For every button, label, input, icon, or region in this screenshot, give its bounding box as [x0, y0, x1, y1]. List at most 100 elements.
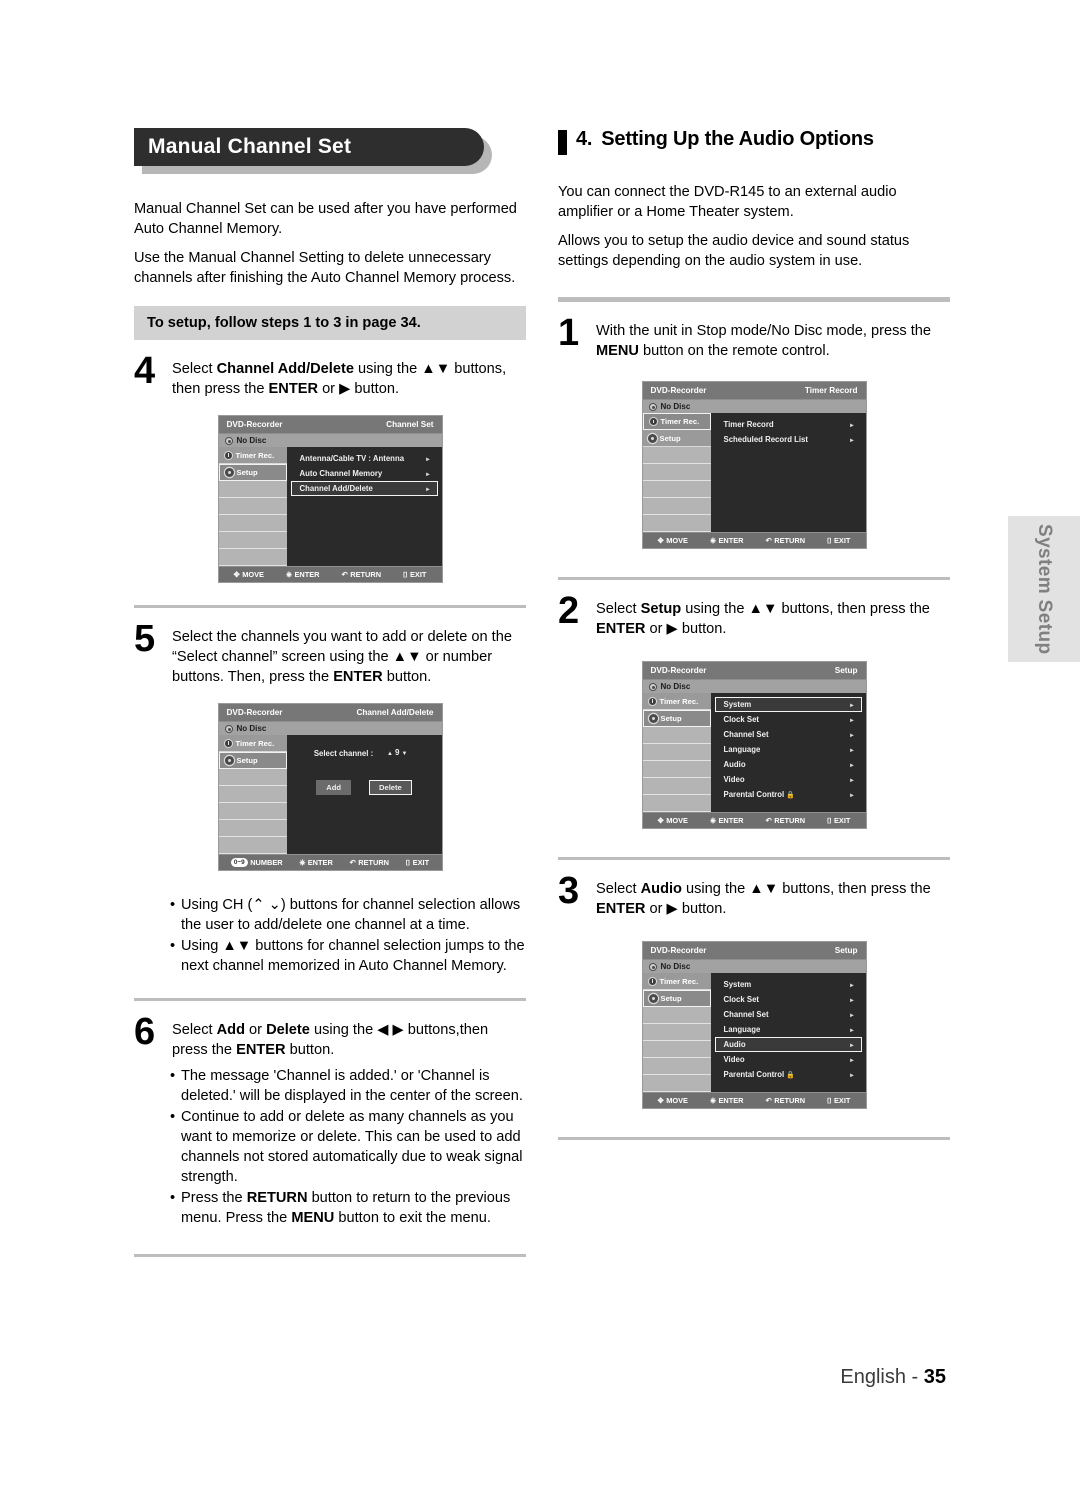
osd-titlebar: DVD-Recorder Channel Set	[218, 416, 442, 434]
menu-item-parental-control[interactable]: Parental Control 🔒 ▸	[715, 787, 862, 802]
sidebar-item-timer-rec[interactable]: Timer Rec.	[642, 413, 711, 431]
sidebar-item-setup[interactable]: Setup	[642, 710, 711, 728]
footer-return[interactable]: ↶ RETURN	[350, 858, 390, 867]
stepper-up-icon[interactable]: ▲	[387, 751, 393, 757]
footer-return[interactable]: ↶ RETURN	[766, 816, 806, 825]
side-tab-label: System Setup	[1034, 523, 1055, 655]
sidebar-blank	[642, 464, 711, 482]
menu-item-label: Language	[723, 745, 761, 755]
exit-icon: ⌷	[827, 815, 832, 825]
menu-item-clock-set[interactable]: Clock Set ▸	[715, 992, 862, 1007]
footer-enter[interactable]: ⎈ ENTER	[710, 1096, 743, 1106]
menu-item-language[interactable]: Language ▸	[715, 742, 862, 757]
menu-item-video[interactable]: Video ▸	[715, 1052, 862, 1067]
osd-brand: DVD-Recorder	[650, 946, 707, 956]
footer-number[interactable]: 0~9 NUMBER	[230, 858, 283, 868]
step-6-text: Select Add or Delete using the ◀ ▶ butto…	[172, 1015, 526, 1060]
osd-middle: Timer Rec. Setup Select channel : ▲ 9 ▼ …	[218, 735, 442, 855]
menu-item-channel-set[interactable]: Channel Set ▸	[715, 727, 862, 742]
osd-sidebar: Timer Rec. Setup	[218, 447, 287, 567]
right-intro-paragraph-2: Allows you to setup the audio device and…	[558, 233, 910, 269]
footer-exit[interactable]: ⌷ EXIT	[827, 1096, 850, 1106]
footer-move[interactable]: ✥ MOVE	[658, 1096, 688, 1105]
menu-item-channel-add-delete[interactable]: Channel Add/Delete ▸	[290, 481, 438, 497]
menu-item-clock-set[interactable]: Clock Set ▸	[715, 712, 862, 727]
osd-timer-record: DVD-Recorder Timer Record No Disc Timer …	[641, 381, 867, 550]
step-4-t3: or ▶ button.	[318, 381, 400, 398]
divider	[558, 577, 950, 581]
step-6-b1: Add	[216, 1022, 245, 1039]
menu-item-system[interactable]: System ▸	[715, 977, 862, 992]
sidebar-blank	[218, 515, 287, 533]
chevron-right-icon: ▸	[850, 1071, 854, 1079]
footer-move[interactable]: ✥ MOVE	[658, 816, 688, 825]
delete-button[interactable]: Delete	[368, 780, 412, 796]
menu-item-audio[interactable]: Audio ▸	[714, 1037, 862, 1053]
menu-item-system[interactable]: System ▸	[714, 697, 862, 713]
footer-enter[interactable]: ⎈ ENTER	[299, 858, 332, 868]
menu-item-audio[interactable]: Audio ▸	[715, 757, 862, 772]
add-button[interactable]: Add	[316, 780, 351, 796]
menu-item-label: Clock Set	[723, 995, 760, 1005]
step-3-t2: using the ▲▼ buttons, then press the	[681, 881, 931, 898]
menu-item-scheduled-record-list[interactable]: Scheduled Record List ▸	[715, 432, 862, 447]
enter-icon: ⎈	[710, 535, 716, 545]
gear-icon	[224, 756, 234, 766]
sidebar-item-timer-rec[interactable]: Timer Rec.	[642, 973, 711, 991]
footer-move[interactable]: ✥ MOVE	[658, 536, 688, 545]
sidebar-item-setup[interactable]: Setup	[218, 464, 287, 482]
footer-enter[interactable]: ⎈ ENTER	[286, 570, 319, 580]
sidebar-item-setup[interactable]: Setup	[642, 990, 711, 1008]
stepper-down-icon[interactable]: ▼	[401, 751, 407, 757]
footer-enter[interactable]: ⎈ ENTER	[710, 816, 743, 826]
footer-exit[interactable]: ⌷ EXIT	[403, 570, 426, 580]
footer-return[interactable]: ↶ RETURN	[342, 570, 382, 579]
footer-return[interactable]: ↶ RETURN	[766, 1096, 806, 1105]
osd-menu-panel: System ▸ Clock Set ▸ Channel Set ▸ Langu…	[710, 973, 866, 1093]
left-intro-paragraph-2: Use the Manual Channel Setting to delete…	[134, 250, 516, 286]
sidebar-item-setup[interactable]: Setup	[642, 430, 711, 448]
osd-disc-label: No Disc	[660, 682, 691, 692]
sidebar-item-timer-rec[interactable]: Timer Rec.	[642, 693, 711, 711]
osd-sidebar: Timer Rec. Setup	[642, 973, 711, 1093]
menu-item-auto-channel-memory[interactable]: Auto Channel Memory ▸	[291, 466, 438, 481]
step-2-t2: using the ▲▼ buttons, then press the	[681, 601, 930, 618]
step-3-b2: ENTER	[596, 901, 646, 918]
menu-item-parental-control[interactable]: Parental Control 🔒 ▸	[715, 1067, 862, 1082]
divider	[558, 1137, 950, 1141]
chevron-right-icon: ▸	[426, 470, 430, 478]
osd-brand: DVD-Recorder	[226, 420, 283, 430]
sidebar-item-setup[interactable]: Setup	[218, 752, 287, 770]
footer-exit[interactable]: ⌷ EXIT	[406, 858, 429, 868]
chevron-right-icon: ▸	[850, 716, 854, 724]
li-b1: RETURN	[246, 1190, 308, 1207]
lock-icon: 🔒	[786, 792, 795, 800]
osd-setup-audio: DVD-Recorder Setup No Disc Timer Rec. Se…	[641, 941, 867, 1110]
left-intro-paragraph-1: Manual Channel Set can be used after you…	[134, 201, 517, 237]
footer-move[interactable]: ✥ MOVE	[234, 570, 264, 579]
chevron-right-icon: ▸	[850, 996, 854, 1004]
osd-sidebar: Timer Rec. Setup	[218, 735, 287, 855]
footer-exit[interactable]: ⌷ EXIT	[827, 816, 850, 826]
channel-stepper[interactable]: ▲ 9 ▼	[380, 748, 414, 758]
menu-item-timer-record[interactable]: Timer Record ▸	[715, 417, 862, 432]
menu-item-channel-set[interactable]: Channel Set ▸	[715, 1007, 862, 1022]
footer-enter[interactable]: ⎈ ENTER	[710, 536, 743, 546]
menu-item-language[interactable]: Language ▸	[715, 1022, 862, 1037]
sidebar-blank	[218, 820, 287, 838]
menu-item-video[interactable]: Video ▸	[715, 772, 862, 787]
footer-return-label: RETURN	[774, 536, 806, 546]
section-heading: 4. Setting Up the Audio Options	[558, 128, 950, 155]
enter-icon: ⎈	[286, 569, 292, 579]
footer-return[interactable]: ↶ RETURN	[766, 536, 806, 545]
setup-callout: To setup, follow steps 1 to 3 in page 34…	[134, 306, 526, 341]
sidebar-item-timer-rec[interactable]: Timer Rec.	[218, 735, 287, 753]
footer-exit[interactable]: ⌷ EXIT	[827, 536, 850, 546]
chevron-right-icon: ▸	[850, 421, 854, 429]
sidebar-blank	[642, 761, 711, 779]
sidebar-item-timer-rec[interactable]: Timer Rec.	[218, 447, 287, 465]
menu-item-antenna-cable-tv[interactable]: Antenna/Cable TV : Antenna ▸	[291, 451, 438, 466]
footer-exit-label: EXIT	[410, 570, 427, 580]
timer-icon	[647, 696, 657, 706]
step-5-t2: button.	[382, 669, 432, 686]
